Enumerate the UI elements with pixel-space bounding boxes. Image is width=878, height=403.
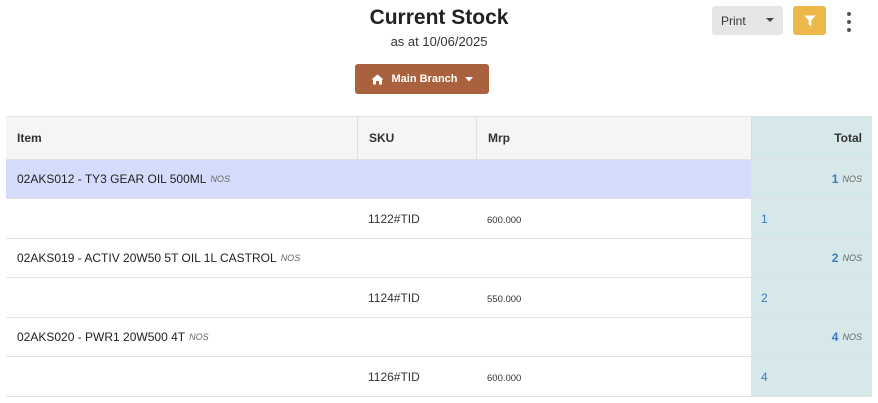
more-options-button[interactable]: [840, 10, 858, 34]
product-total-qty[interactable]: 4: [832, 330, 839, 344]
detail-item-cell: [6, 278, 357, 317]
branch-label: Main Branch: [391, 73, 458, 85]
filter-button[interactable]: [793, 6, 826, 35]
column-header-item[interactable]: Item: [6, 117, 357, 159]
product-total-cell: 2 NOS: [751, 239, 872, 277]
home-icon: [371, 74, 384, 84]
page-subtitle: as at 10/06/2025: [390, 34, 488, 49]
column-header-sku[interactable]: SKU: [357, 117, 476, 159]
detail-qty-link[interactable]: 4: [751, 357, 872, 396]
table-row-detail: 1122#TID 600.000 1: [6, 199, 872, 239]
stock-table: Item SKU Mrp Total 02AKS012 - TY3 GEAR O…: [6, 116, 872, 397]
product-unit: NOS: [189, 332, 209, 342]
product-name: 02AKS020 - PWR1 20W500 4T: [17, 330, 186, 344]
column-header-total[interactable]: Total: [751, 117, 872, 159]
print-button[interactable]: Print: [712, 6, 783, 35]
detail-sku: 1126#TID: [368, 369, 420, 384]
product-unit: NOS: [280, 253, 301, 263]
column-header-mrp[interactable]: Mrp: [476, 117, 751, 159]
product-unit: NOS: [210, 174, 230, 184]
product-total-cell: 4 NOS: [751, 318, 872, 356]
kebab-dot-icon: [847, 28, 851, 32]
detail-qty-link[interactable]: 2: [751, 278, 872, 317]
table-row-detail: 1124#TID 550.000 2: [6, 278, 872, 318]
kebab-dot-icon: [847, 12, 851, 16]
detail-item-cell: [6, 199, 357, 238]
product-name-cell: 02AKS012 - TY3 GEAR OIL 500ML NOS: [6, 160, 751, 198]
product-name-cell: 02AKS019 - ACTIV 20W50 5T OIL 1L CASTROL…: [6, 239, 751, 277]
print-label: Print: [721, 13, 746, 28]
product-total-unit: NOS: [842, 174, 862, 184]
product-total-unit: NOS: [842, 332, 862, 342]
product-name: 02AKS012 - TY3 GEAR OIL 500ML: [17, 172, 207, 186]
detail-mrp: 600.000: [487, 373, 522, 384]
table-row-product[interactable]: 02AKS012 - TY3 GEAR OIL 500ML NOS 1 NOS: [6, 160, 872, 199]
product-total-cell: 1 NOS: [751, 160, 872, 198]
product-name: 02AKS019 - ACTIV 20W50 5T OIL 1L CASTROL: [17, 251, 277, 265]
page-header: Current Stock as at 10/06/2025 Main Bran…: [0, 0, 878, 110]
product-total-unit: NOS: [842, 253, 862, 263]
detail-sku: 1124#TID: [368, 290, 420, 305]
detail-sku: 1122#TID: [368, 211, 420, 226]
product-name-cell: 02AKS020 - PWR1 20W500 4T NOS: [6, 318, 751, 356]
table-header-row: Item SKU Mrp Total: [6, 116, 872, 160]
detail-mrp: 600.000: [487, 215, 522, 226]
detail-item-cell: [6, 357, 357, 396]
detail-qty-link[interactable]: 1: [751, 199, 872, 238]
filter-icon: [804, 15, 815, 26]
table-row-product[interactable]: 02AKS019 - ACTIV 20W50 5T OIL 1L CASTROL…: [6, 239, 872, 278]
chevron-down-icon: [766, 18, 774, 22]
table-row-product[interactable]: 02AKS020 - PWR1 20W500 4T NOS 4 NOS: [6, 318, 872, 357]
product-total-qty[interactable]: 1: [832, 172, 839, 186]
detail-mrp: 550.000: [487, 294, 522, 305]
chevron-down-icon: [464, 76, 473, 81]
kebab-dot-icon: [847, 20, 851, 24]
table-row-detail: 1126#TID 600.000 4: [6, 357, 872, 397]
product-total-qty[interactable]: 2: [832, 251, 839, 265]
branch-selector-button[interactable]: Main Branch: [355, 64, 489, 94]
